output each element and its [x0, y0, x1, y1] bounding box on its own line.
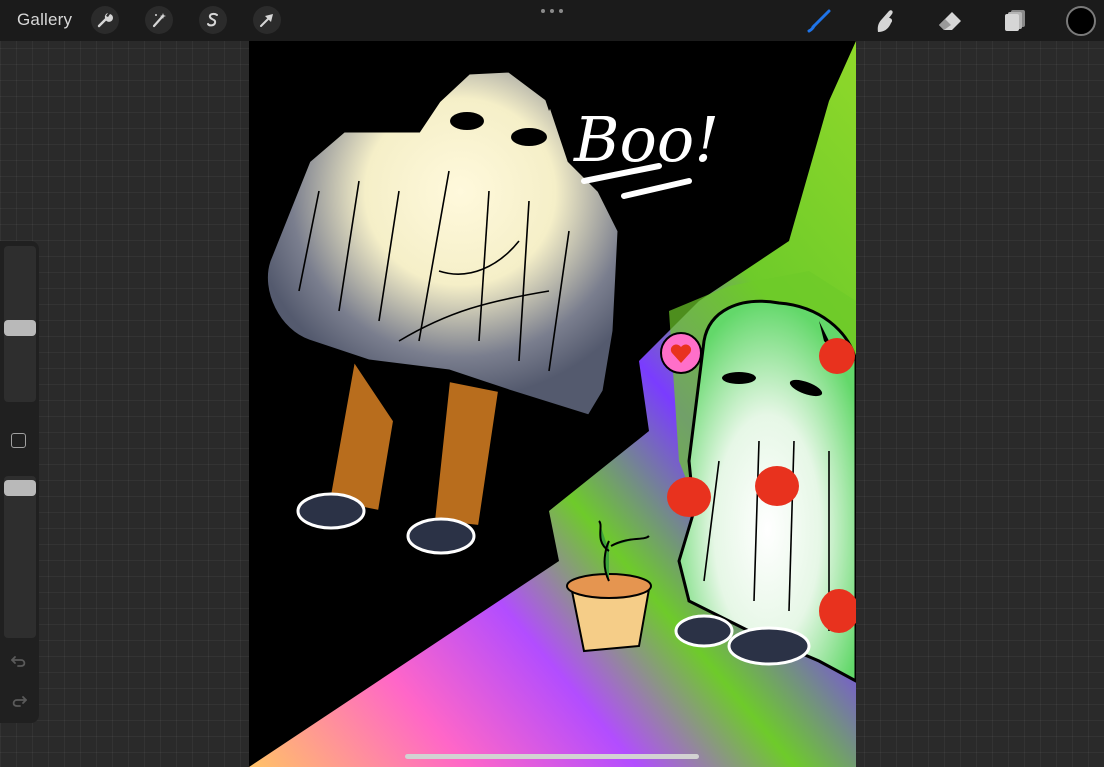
- layers-icon: [1005, 10, 1025, 31]
- more-options-icon[interactable]: [541, 6, 563, 16]
- square-modify-icon[interactable]: [11, 433, 26, 448]
- eraser-icon: [939, 12, 961, 30]
- redo-icon[interactable]: [9, 693, 29, 709]
- wrench-icon: [97, 13, 113, 28]
- home-indicator[interactable]: [405, 754, 699, 759]
- drawing-canvas[interactable]: Boo!: [249, 41, 856, 767]
- opacity-slider[interactable]: [4, 476, 36, 638]
- gallery-button[interactable]: Gallery: [17, 10, 72, 30]
- adjustments-button[interactable]: [145, 6, 173, 34]
- opacity-thumb[interactable]: [4, 480, 36, 496]
- layers-button[interactable]: [1000, 6, 1030, 36]
- actions-button[interactable]: [91, 6, 119, 34]
- selection-button[interactable]: [199, 6, 227, 34]
- eraser-tool-button[interactable]: [935, 6, 965, 36]
- magic-wand-icon: [152, 13, 166, 28]
- brush-tool-button[interactable]: [804, 6, 834, 36]
- color-swatch[interactable]: [1066, 6, 1096, 36]
- undo-icon[interactable]: [9, 653, 29, 669]
- smudge-tool-button[interactable]: [869, 6, 899, 36]
- smudge-finger-icon: [877, 10, 893, 32]
- boo-text: Boo!: [573, 103, 719, 176]
- transform-button[interactable]: [253, 6, 281, 34]
- artwork: Boo!: [249, 41, 856, 767]
- arrow-cursor-icon: [260, 14, 273, 27]
- left-sidebar: [0, 241, 39, 723]
- selection-s-icon: [207, 12, 218, 27]
- top-toolbar: Gallery: [0, 0, 1104, 41]
- brush-icon: [807, 9, 831, 33]
- brush-size-thumb[interactable]: [4, 320, 36, 336]
